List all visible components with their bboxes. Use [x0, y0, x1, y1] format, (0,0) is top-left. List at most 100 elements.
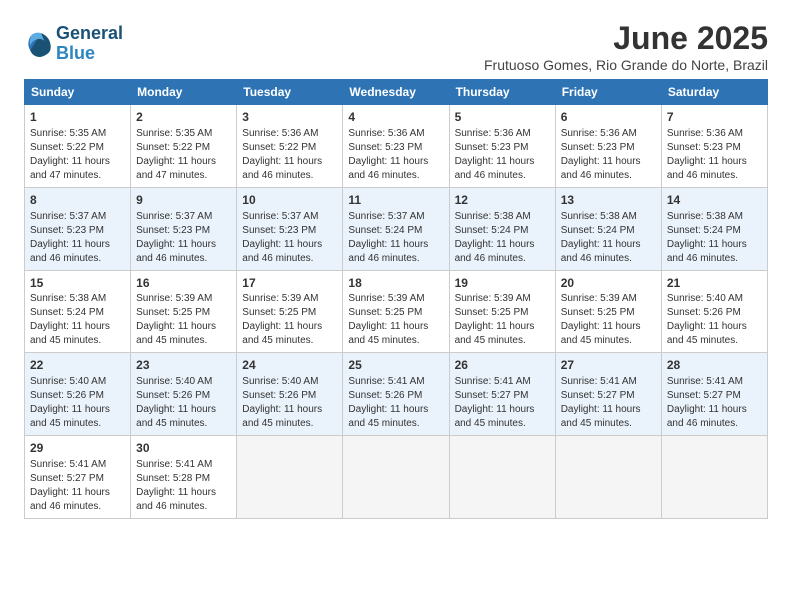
sunset-info: Sunset: 5:25 PM	[455, 306, 550, 320]
sunrise-info: Sunrise: 5:36 AM	[455, 127, 550, 141]
sunrise-info: Sunrise: 5:35 AM	[136, 127, 231, 141]
sunset-info: Sunset: 5:25 PM	[136, 306, 231, 320]
calendar-cell: 24Sunrise: 5:40 AMSunset: 5:26 PMDayligh…	[237, 353, 343, 436]
calendar-cell: 27Sunrise: 5:41 AMSunset: 5:27 PMDayligh…	[555, 353, 661, 436]
day-number: 9	[136, 192, 231, 209]
daylight-info: Daylight: 11 hours and 46 minutes.	[667, 155, 762, 183]
col-header-thursday: Thursday	[449, 80, 555, 105]
calendar-cell: 20Sunrise: 5:39 AMSunset: 5:25 PMDayligh…	[555, 270, 661, 353]
daylight-info: Daylight: 11 hours and 46 minutes.	[30, 238, 125, 266]
sunset-info: Sunset: 5:27 PM	[561, 389, 656, 403]
calendar-cell	[661, 436, 767, 519]
calendar-cell: 1Sunrise: 5:35 AMSunset: 5:22 PMDaylight…	[25, 105, 131, 188]
daylight-info: Daylight: 11 hours and 46 minutes.	[30, 486, 125, 514]
day-number: 16	[136, 275, 231, 292]
day-number: 10	[242, 192, 337, 209]
calendar-cell	[237, 436, 343, 519]
day-number: 11	[348, 192, 443, 209]
day-number: 28	[667, 357, 762, 374]
calendar-cell: 17Sunrise: 5:39 AMSunset: 5:25 PMDayligh…	[237, 270, 343, 353]
calendar-cell: 21Sunrise: 5:40 AMSunset: 5:26 PMDayligh…	[661, 270, 767, 353]
sunset-info: Sunset: 5:22 PM	[136, 141, 231, 155]
calendar-cell	[555, 436, 661, 519]
sunrise-info: Sunrise: 5:37 AM	[242, 210, 337, 224]
daylight-info: Daylight: 11 hours and 46 minutes.	[667, 238, 762, 266]
sunset-info: Sunset: 5:23 PM	[455, 141, 550, 155]
sunset-info: Sunset: 5:24 PM	[348, 224, 443, 238]
daylight-info: Daylight: 11 hours and 45 minutes.	[30, 403, 125, 431]
sunset-info: Sunset: 5:23 PM	[30, 224, 125, 238]
sunrise-info: Sunrise: 5:37 AM	[30, 210, 125, 224]
sunrise-info: Sunrise: 5:38 AM	[455, 210, 550, 224]
calendar-cell: 23Sunrise: 5:40 AMSunset: 5:26 PMDayligh…	[131, 353, 237, 436]
calendar-cell: 2Sunrise: 5:35 AMSunset: 5:22 PMDaylight…	[131, 105, 237, 188]
daylight-info: Daylight: 11 hours and 46 minutes.	[561, 238, 656, 266]
col-header-tuesday: Tuesday	[237, 80, 343, 105]
daylight-info: Daylight: 11 hours and 46 minutes.	[348, 238, 443, 266]
sunrise-info: Sunrise: 5:36 AM	[667, 127, 762, 141]
daylight-info: Daylight: 11 hours and 45 minutes.	[348, 320, 443, 348]
calendar-cell: 30Sunrise: 5:41 AMSunset: 5:28 PMDayligh…	[131, 436, 237, 519]
sunrise-info: Sunrise: 5:39 AM	[455, 292, 550, 306]
sunrise-info: Sunrise: 5:36 AM	[242, 127, 337, 141]
daylight-info: Daylight: 11 hours and 45 minutes.	[561, 403, 656, 431]
sunset-info: Sunset: 5:28 PM	[136, 472, 231, 486]
sunrise-info: Sunrise: 5:36 AM	[561, 127, 656, 141]
sunset-info: Sunset: 5:22 PM	[30, 141, 125, 155]
sunrise-info: Sunrise: 5:40 AM	[136, 375, 231, 389]
day-number: 23	[136, 357, 231, 374]
calendar-cell	[343, 436, 449, 519]
sunrise-info: Sunrise: 5:38 AM	[561, 210, 656, 224]
calendar-cell: 29Sunrise: 5:41 AMSunset: 5:27 PMDayligh…	[25, 436, 131, 519]
sunset-info: Sunset: 5:24 PM	[455, 224, 550, 238]
calendar: SundayMondayTuesdayWednesdayThursdayFrid…	[24, 79, 768, 519]
month-title: June 2025	[484, 20, 768, 57]
sunset-info: Sunset: 5:23 PM	[667, 141, 762, 155]
calendar-week-row: 29Sunrise: 5:41 AMSunset: 5:27 PMDayligh…	[25, 436, 768, 519]
day-number: 19	[455, 275, 550, 292]
daylight-info: Daylight: 11 hours and 45 minutes.	[242, 320, 337, 348]
calendar-cell	[449, 436, 555, 519]
calendar-cell: 7Sunrise: 5:36 AMSunset: 5:23 PMDaylight…	[661, 105, 767, 188]
sunrise-info: Sunrise: 5:41 AM	[455, 375, 550, 389]
day-number: 3	[242, 109, 337, 126]
calendar-cell: 16Sunrise: 5:39 AMSunset: 5:25 PMDayligh…	[131, 270, 237, 353]
calendar-week-row: 15Sunrise: 5:38 AMSunset: 5:24 PMDayligh…	[25, 270, 768, 353]
daylight-info: Daylight: 11 hours and 45 minutes.	[667, 320, 762, 348]
sunrise-info: Sunrise: 5:37 AM	[348, 210, 443, 224]
day-number: 27	[561, 357, 656, 374]
calendar-cell: 3Sunrise: 5:36 AMSunset: 5:22 PMDaylight…	[237, 105, 343, 188]
sunset-info: Sunset: 5:26 PM	[242, 389, 337, 403]
sunset-info: Sunset: 5:27 PM	[667, 389, 762, 403]
day-number: 4	[348, 109, 443, 126]
sunset-info: Sunset: 5:23 PM	[348, 141, 443, 155]
col-header-monday: Monday	[131, 80, 237, 105]
page-header: GeneralBlue June 2025 Frutuoso Gomes, Ri…	[24, 20, 768, 73]
daylight-info: Daylight: 11 hours and 46 minutes.	[242, 238, 337, 266]
daylight-info: Daylight: 11 hours and 45 minutes.	[242, 403, 337, 431]
daylight-info: Daylight: 11 hours and 46 minutes.	[136, 238, 231, 266]
day-number: 29	[30, 440, 125, 457]
col-header-friday: Friday	[555, 80, 661, 105]
day-number: 13	[561, 192, 656, 209]
daylight-info: Daylight: 11 hours and 45 minutes.	[30, 320, 125, 348]
sunrise-info: Sunrise: 5:39 AM	[242, 292, 337, 306]
calendar-cell: 11Sunrise: 5:37 AMSunset: 5:24 PMDayligh…	[343, 187, 449, 270]
calendar-cell: 10Sunrise: 5:37 AMSunset: 5:23 PMDayligh…	[237, 187, 343, 270]
sunset-info: Sunset: 5:23 PM	[561, 141, 656, 155]
day-number: 24	[242, 357, 337, 374]
sunrise-info: Sunrise: 5:35 AM	[30, 127, 125, 141]
calendar-cell: 15Sunrise: 5:38 AMSunset: 5:24 PMDayligh…	[25, 270, 131, 353]
sunset-info: Sunset: 5:22 PM	[242, 141, 337, 155]
sunrise-info: Sunrise: 5:38 AM	[30, 292, 125, 306]
calendar-cell: 26Sunrise: 5:41 AMSunset: 5:27 PMDayligh…	[449, 353, 555, 436]
daylight-info: Daylight: 11 hours and 46 minutes.	[561, 155, 656, 183]
calendar-cell: 4Sunrise: 5:36 AMSunset: 5:23 PMDaylight…	[343, 105, 449, 188]
logo: GeneralBlue	[24, 24, 123, 64]
day-number: 12	[455, 192, 550, 209]
daylight-info: Daylight: 11 hours and 46 minutes.	[348, 155, 443, 183]
logo-icon	[24, 30, 52, 58]
calendar-week-row: 1Sunrise: 5:35 AMSunset: 5:22 PMDaylight…	[25, 105, 768, 188]
calendar-cell: 18Sunrise: 5:39 AMSunset: 5:25 PMDayligh…	[343, 270, 449, 353]
sunset-info: Sunset: 5:25 PM	[561, 306, 656, 320]
